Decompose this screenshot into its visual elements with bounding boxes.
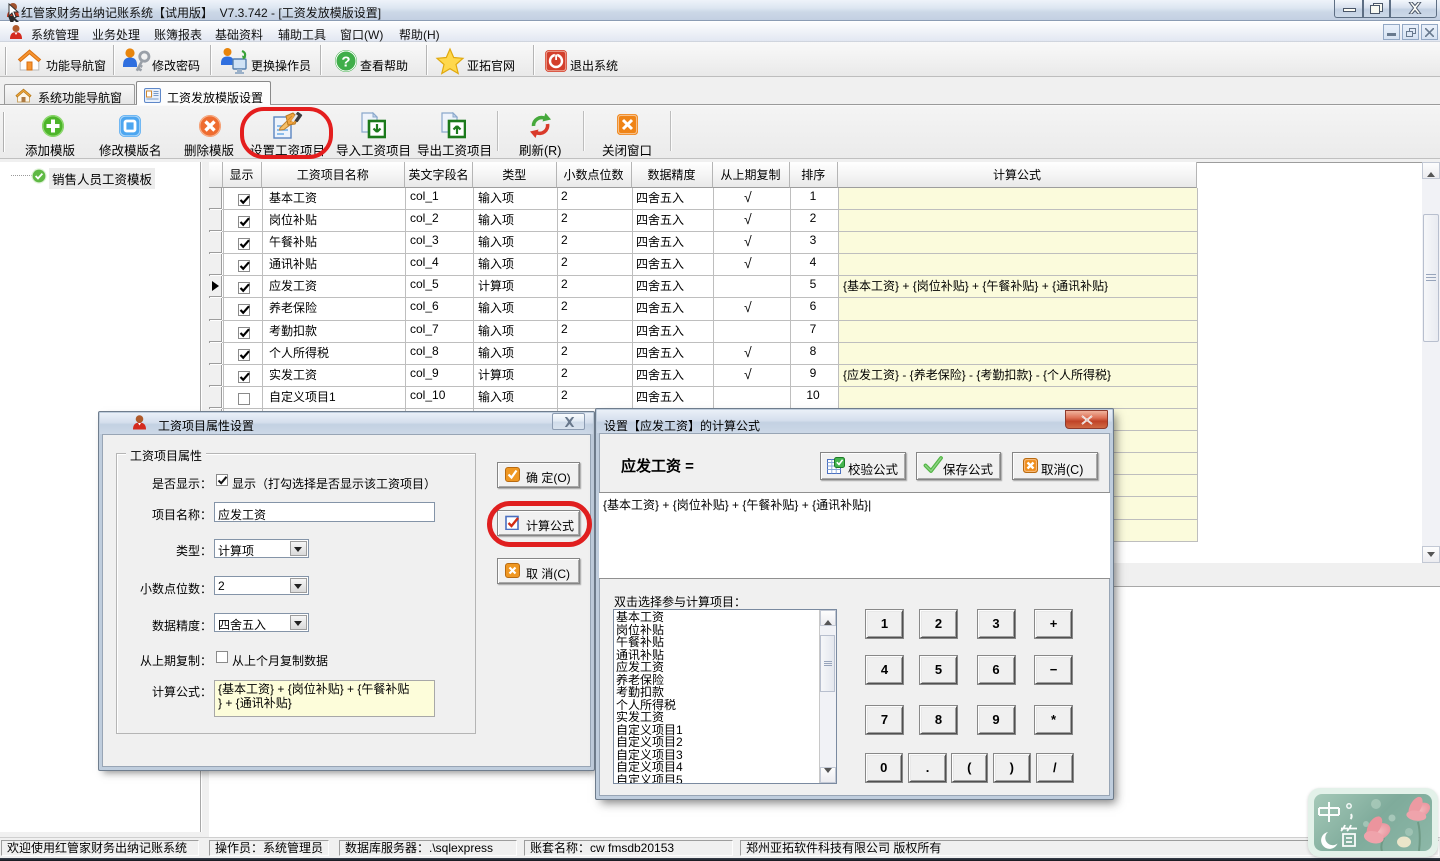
svg-text:?: ? (341, 54, 350, 71)
